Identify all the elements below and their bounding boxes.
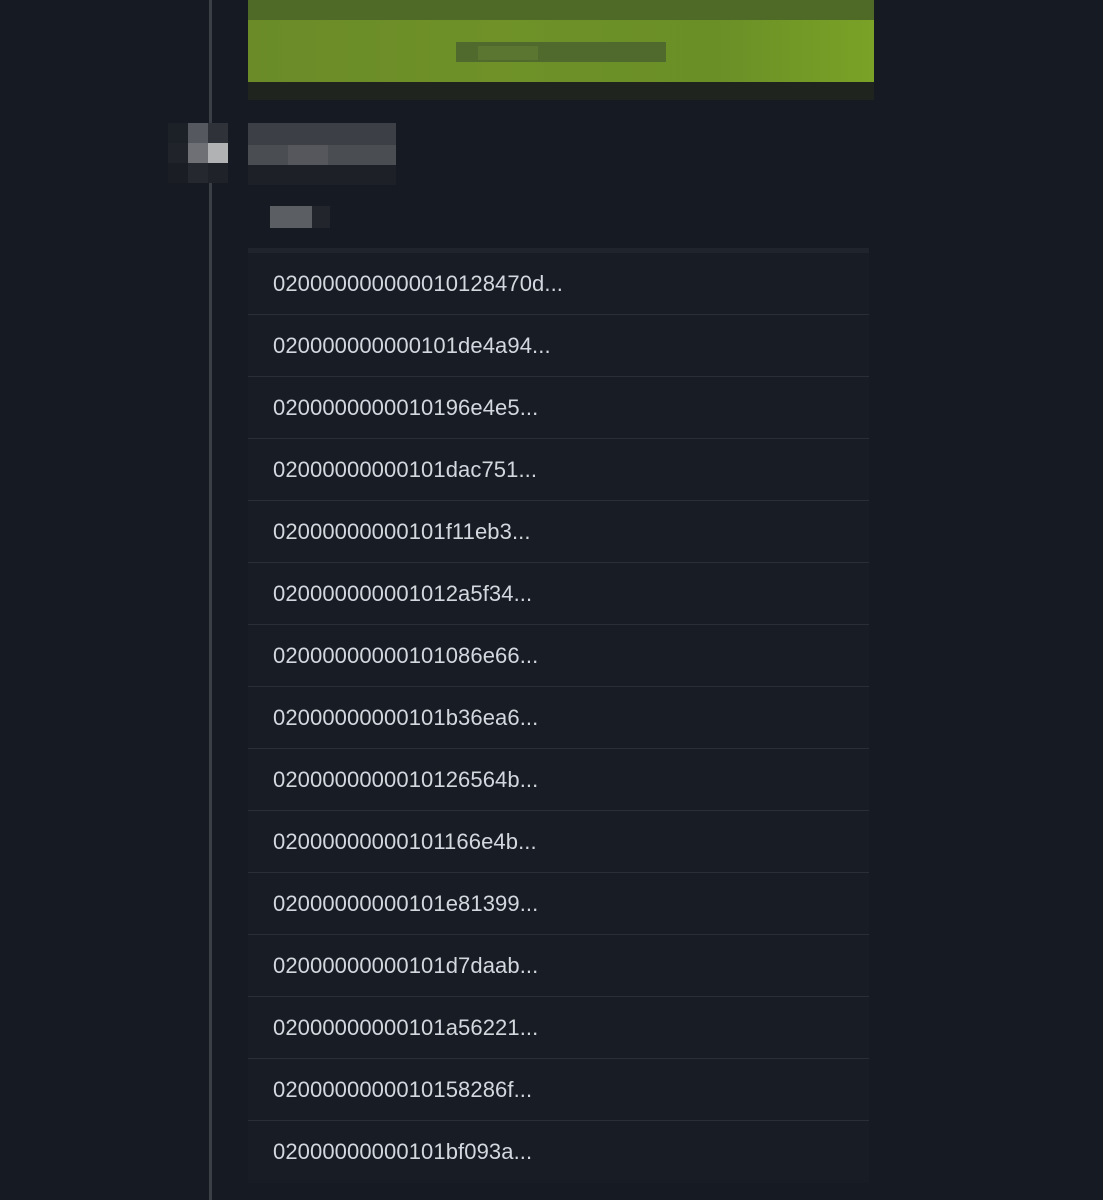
redacted-metadata	[270, 206, 330, 228]
redacted-username	[248, 123, 396, 185]
transaction-id[interactable]: 02000000000101086e66...	[273, 643, 538, 669]
redacted-avatar	[168, 123, 230, 185]
transaction-id[interactable]: 020000000000010128470d...	[273, 271, 563, 297]
transaction-id[interactable]: 02000000000101a56221...	[273, 1015, 538, 1041]
list-item[interactable]: 020000000001012a5f34...	[248, 563, 869, 625]
list-item[interactable]: 02000000000101b36ea6...	[248, 687, 869, 749]
transaction-id[interactable]: 02000000000101166e4b...	[273, 829, 537, 855]
list-item[interactable]: 02000000000101e81399...	[248, 873, 869, 935]
transaction-list: 020000000000010128470d... 02000000000010…	[248, 248, 869, 1183]
transaction-id[interactable]: 02000000000101e81399...	[273, 891, 538, 917]
list-item[interactable]: 02000000000101086e66...	[248, 625, 869, 687]
list-item[interactable]: 0200000000010126564b...	[248, 749, 869, 811]
list-item[interactable]: 02000000000101166e4b...	[248, 811, 869, 873]
transaction-id[interactable]: 020000000000101de4a94...	[273, 333, 551, 359]
list-item[interactable]: 0200000000010158286f...	[248, 1059, 869, 1121]
transaction-id[interactable]: 0200000000010196e4e5...	[273, 395, 538, 421]
redacted-banner	[248, 0, 874, 100]
list-item[interactable]: 02000000000101bf093a...	[248, 1121, 869, 1183]
list-item[interactable]: 0200000000010196e4e5...	[248, 377, 869, 439]
transaction-id[interactable]: 02000000000101f11eb3...	[273, 519, 531, 545]
list-item[interactable]: 02000000000101dac751...	[248, 439, 869, 501]
transaction-id[interactable]: 02000000000101dac751...	[273, 457, 537, 483]
list-item[interactable]: 02000000000101f11eb3...	[248, 501, 869, 563]
list-item[interactable]: 02000000000101d7daab...	[248, 935, 869, 997]
list-item[interactable]: 02000000000101a56221...	[248, 997, 869, 1059]
transaction-id[interactable]: 02000000000101d7daab...	[273, 953, 538, 979]
transaction-id[interactable]: 0200000000010158286f...	[273, 1077, 532, 1103]
list-item[interactable]: 020000000000101de4a94...	[248, 315, 869, 377]
list-item[interactable]: 020000000000010128470d...	[248, 253, 869, 315]
transaction-id[interactable]: 02000000000101b36ea6...	[273, 705, 538, 731]
transaction-id[interactable]: 02000000000101bf093a...	[273, 1139, 532, 1165]
transaction-id[interactable]: 020000000001012a5f34...	[273, 581, 532, 607]
transaction-id[interactable]: 0200000000010126564b...	[273, 767, 538, 793]
